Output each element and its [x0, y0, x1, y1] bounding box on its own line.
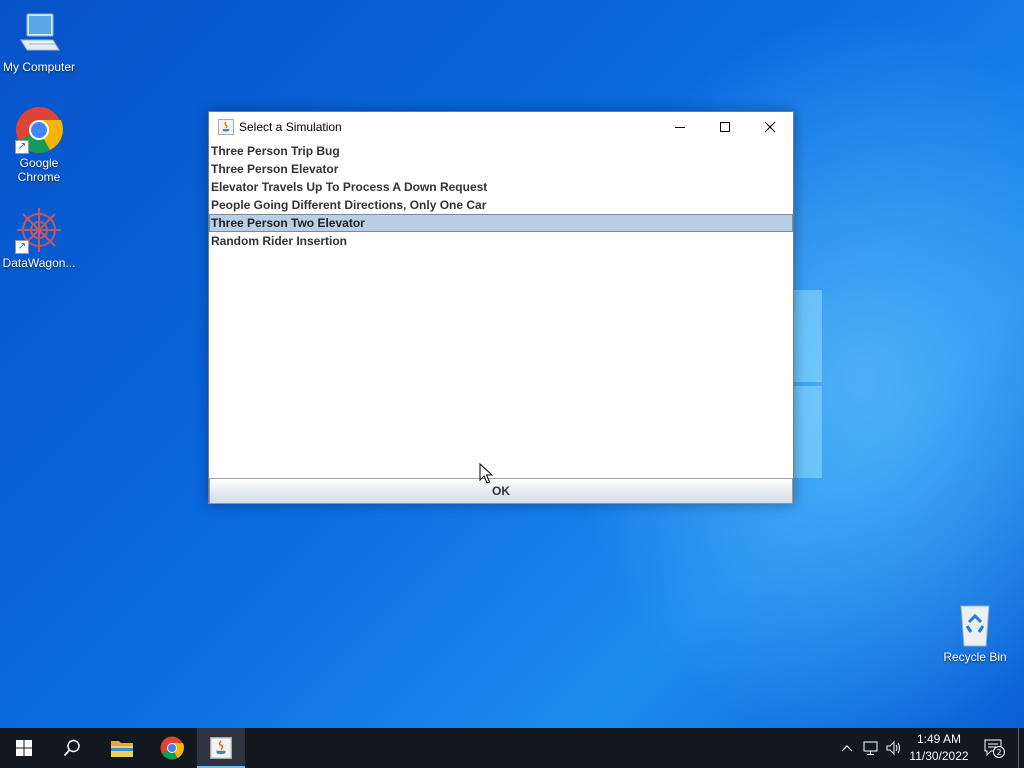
- show-hidden-icons-button[interactable]: [838, 728, 856, 768]
- datawagon-icon: ↗: [15, 206, 63, 254]
- list-item[interactable]: People Going Different Directions, Only …: [209, 196, 793, 214]
- desktop-icon-my-computer[interactable]: My Computer: [1, 10, 77, 74]
- network-tray-button[interactable]: [860, 728, 882, 768]
- list-item[interactable]: Random Rider Insertion: [209, 232, 793, 250]
- shortcut-arrow-icon: ↗: [15, 140, 29, 154]
- notification-icon: 2: [984, 739, 1005, 758]
- maximize-icon: [720, 122, 730, 132]
- list-item[interactable]: Elevator Travels Up To Process A Down Re…: [209, 178, 793, 196]
- close-icon: [764, 121, 776, 133]
- shortcut-arrow-icon: ↗: [15, 240, 29, 254]
- notification-count: 2: [996, 748, 1001, 757]
- computer-icon: [15, 10, 63, 58]
- close-button[interactable]: [747, 112, 793, 142]
- volume-tray-button[interactable]: [883, 728, 905, 768]
- chevron-up-icon: [841, 745, 853, 752]
- dialog-title: Select a Simulation: [239, 120, 342, 134]
- action-center-button[interactable]: 2: [980, 728, 1008, 768]
- taskbar-java-app[interactable]: [197, 728, 245, 768]
- ok-button[interactable]: OK: [209, 478, 793, 504]
- start-icon: [16, 740, 32, 756]
- list-item[interactable]: Three Person Trip Bug: [209, 142, 793, 160]
- start-button[interactable]: [0, 728, 48, 768]
- minimize-icon: [675, 127, 685, 128]
- chrome-icon: ↗: [15, 106, 63, 154]
- java-icon: [218, 119, 234, 135]
- taskbar: 1:49 AM 11/30/2022 2: [0, 728, 1024, 768]
- desktop-icon-label: DataWagon...: [2, 256, 76, 270]
- simulation-list[interactable]: Three Person Trip Bug Three Person Eleva…: [209, 142, 793, 478]
- show-desktop-button[interactable]: [1018, 728, 1019, 768]
- taskbar-chrome[interactable]: [148, 728, 196, 768]
- desktop-icon-label: My Computer: [2, 60, 76, 74]
- select-simulation-dialog: Select a Simulation Three Person Trip Bu…: [208, 111, 794, 504]
- list-item-selected[interactable]: Three Person Two Elevator: [209, 214, 793, 232]
- search-button[interactable]: [48, 728, 96, 768]
- network-icon: [863, 741, 878, 755]
- clock-time: 1:49 AM: [916, 732, 962, 746]
- dialog-titlebar[interactable]: Select a Simulation: [209, 112, 793, 142]
- clock-date: 11/30/2022: [909, 749, 969, 763]
- file-explorer-icon: [111, 741, 133, 757]
- java-icon: [210, 737, 232, 759]
- maximize-button[interactable]: [702, 112, 748, 142]
- desktop-icon-google-chrome[interactable]: ↗ Google Chrome: [1, 106, 77, 184]
- list-item[interactable]: Three Person Elevator: [209, 160, 793, 178]
- mouse-cursor-icon: [479, 462, 494, 489]
- minimize-button[interactable]: [657, 112, 703, 142]
- desktop-icon-recycle-bin[interactable]: Recycle Bin: [937, 600, 1013, 664]
- desktop-icon-label: Google Chrome: [17, 156, 61, 184]
- taskbar-clock[interactable]: 1:49 AM 11/30/2022: [904, 731, 974, 765]
- chrome-icon: [160, 736, 184, 760]
- desktop-icon-datawagon[interactable]: ↗ DataWagon...: [1, 206, 77, 270]
- recycle-bin-icon: [951, 600, 999, 648]
- volume-icon: [886, 740, 900, 756]
- search-icon: [63, 739, 80, 757]
- taskbar-file-explorer[interactable]: [98, 728, 146, 768]
- desktop-icon-label: Recycle Bin: [943, 650, 1007, 664]
